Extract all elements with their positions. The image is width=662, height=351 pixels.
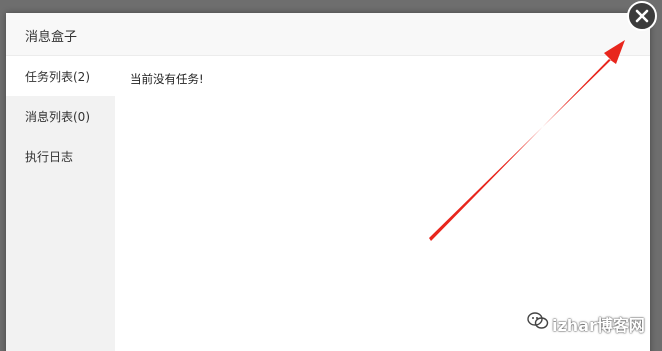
empty-task-message: 当前没有任务!	[130, 72, 204, 86]
watermark-text: izhar博客网	[552, 316, 645, 335]
tab-execution-log[interactable]: 执行日志	[6, 136, 115, 176]
dialog-content: 当前没有任务!	[115, 56, 650, 351]
wechat-icon	[527, 312, 549, 329]
dialog-sidebar: 任务列表(2) 消息列表(0) 执行日志	[6, 56, 115, 351]
tab-message-list[interactable]: 消息列表(0)	[6, 96, 115, 136]
message-box-dialog: 消息盒子 任务列表(2) 消息列表(0) 执行日志 当前没有任务!	[6, 13, 650, 351]
close-button[interactable]	[627, 1, 657, 31]
dialog-header: 消息盒子	[6, 13, 650, 56]
tab-task-list-label: 任务列表(2)	[25, 70, 90, 84]
dialog-title: 消息盒子	[25, 30, 78, 45]
tab-message-list-label: 消息列表(0)	[25, 110, 90, 124]
tab-execution-log-label: 执行日志	[25, 150, 74, 164]
tab-task-list[interactable]: 任务列表(2)	[6, 56, 115, 96]
close-icon	[635, 9, 649, 23]
